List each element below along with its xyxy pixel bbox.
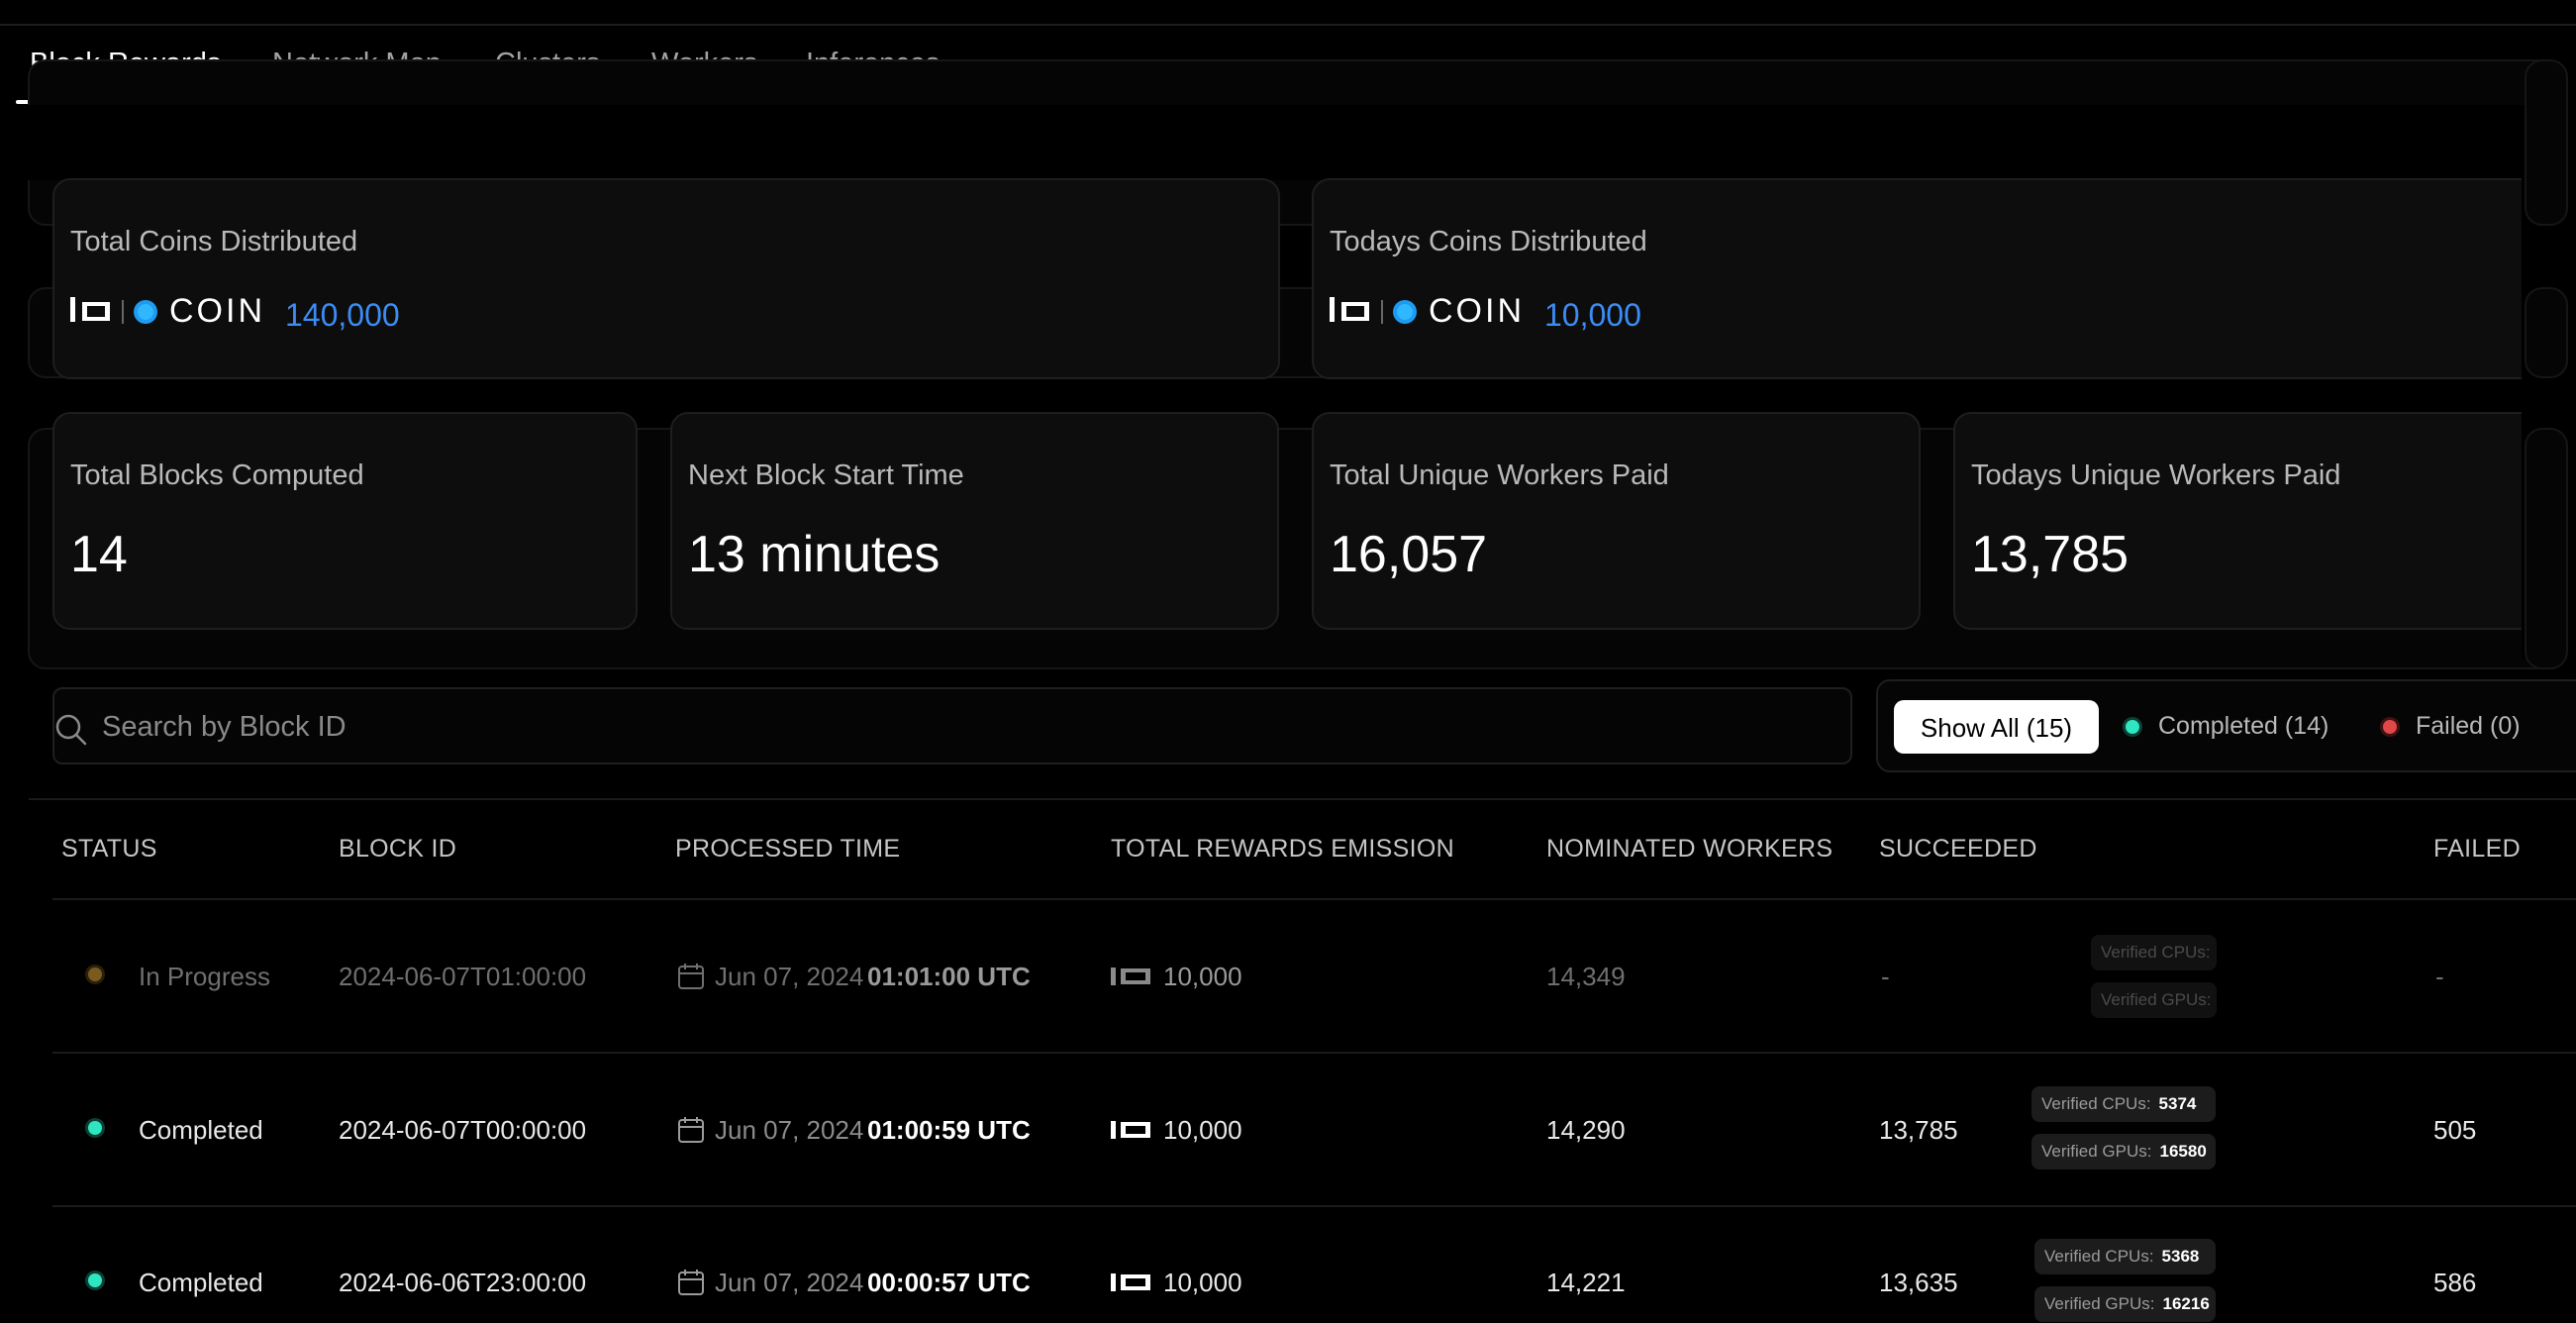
io-logo-icon xyxy=(1111,1121,1150,1139)
background-panel xyxy=(2525,428,2568,669)
nominated-value: 14,221 xyxy=(1546,1268,1626,1297)
search-icon xyxy=(55,714,87,746)
card-label: Next Block Start Time xyxy=(688,459,964,491)
chip-label: Verified GPUs: xyxy=(2101,990,2212,1009)
header-nominated-workers: NOMINATED WORKERS xyxy=(1546,835,1833,863)
row-divider xyxy=(52,898,2576,900)
calendar-icon xyxy=(678,1117,704,1143)
todays-workers-card: Todays Unique Workers Paid 13,785 xyxy=(1953,412,2567,630)
header-block-id: BLOCK ID xyxy=(339,835,457,863)
processed-time: 00:00:57 UTC xyxy=(867,1268,1031,1297)
verified-cpus-badge: Verified CPUs: 5368 xyxy=(2034,1239,2216,1274)
table-top-border xyxy=(29,798,2576,800)
filter-failed[interactable]: Failed (0) xyxy=(2416,712,2521,741)
verified-cpus-badge: Verified CPUs: 5374 xyxy=(2031,1086,2216,1122)
verified-gpus-badge: Verified GPUs: xyxy=(2091,982,2217,1018)
chip-label: Verified CPUs: xyxy=(2044,1247,2154,1266)
chip-label: Verified GPUs: xyxy=(2041,1142,2152,1161)
block-id[interactable]: 2024-06-06T23:00:00 xyxy=(339,1268,586,1298)
completed-dot-icon xyxy=(2126,720,2139,734)
block-id[interactable]: 2024-06-07T01:00:00 xyxy=(339,962,586,992)
succeeded-value: 13,635 xyxy=(1879,1268,1958,1297)
todays-workers-value: 13,785 xyxy=(1971,526,2130,583)
todays-coins-value: 10,000 xyxy=(1544,297,1641,333)
header-failed: FAILED xyxy=(2433,835,2521,863)
processed-date: Jun 07, 2024 xyxy=(715,962,864,991)
chip-label: Verified GPUs: xyxy=(2044,1294,2155,1313)
processed-time: 01:01:00 UTC xyxy=(867,962,1031,991)
header-processed-time: PROCESSED TIME xyxy=(675,835,901,863)
total-coins-value: 140,000 xyxy=(285,297,400,333)
card-label: Total Unique Workers Paid xyxy=(1330,459,1669,491)
chip-label: Verified CPUs: xyxy=(2101,943,2211,962)
filter-completed[interactable]: Completed (14) xyxy=(2158,712,2328,741)
processed-date: Jun 07, 2024 xyxy=(715,1268,864,1297)
failed-value: 586 xyxy=(2433,1268,2477,1297)
header-succeeded: SUCCEEDED xyxy=(1879,835,2037,863)
total-blocks-value: 14 xyxy=(70,526,128,583)
status-text: Completed xyxy=(139,1268,263,1297)
background-panel xyxy=(2525,59,2568,226)
io-logo-icon xyxy=(1111,967,1150,985)
processed-date: Jun 07, 2024 xyxy=(715,1115,864,1145)
failed-value: 505 xyxy=(2433,1115,2477,1145)
status-text: In Progress xyxy=(139,962,270,991)
coin-text: COIN xyxy=(169,292,265,330)
completed-dot-icon xyxy=(88,1121,102,1135)
card-label: Total Blocks Computed xyxy=(70,459,364,491)
todays-coins-card: Todays Coins Distributed COIN 10,000 xyxy=(1312,178,2539,379)
top-divider xyxy=(0,24,2576,26)
filter-show-all-label: Show All (15) xyxy=(1920,713,2073,743)
row-divider xyxy=(52,1052,2576,1054)
nominated-value: 14,290 xyxy=(1546,1115,1626,1145)
header-status: STATUS xyxy=(61,835,157,863)
status-text: Completed xyxy=(139,1115,263,1145)
next-block-value: 13 minutes xyxy=(688,526,941,583)
verified-gpus-badge: Verified GPUs: 16216 xyxy=(2034,1286,2216,1322)
succeeded-value: - xyxy=(1881,962,1890,991)
verified-gpus-count: 16580 xyxy=(2159,1142,2207,1161)
processed-time: 01:00:59 UTC xyxy=(867,1115,1031,1145)
verified-gpus-badge: Verified GPUs: 16580 xyxy=(2031,1134,2216,1170)
io-logo-icon xyxy=(1111,1273,1150,1291)
total-coins-card: Total Coins Distributed COIN 140,000 xyxy=(52,178,1280,379)
chip-label: Verified CPUs: xyxy=(2041,1094,2151,1113)
total-workers-card: Total Unique Workers Paid 16,057 xyxy=(1312,412,1921,630)
calendar-icon xyxy=(678,964,704,989)
io-coin-logo: COIN xyxy=(1330,292,1528,332)
filter-show-all[interactable]: Show All (15) xyxy=(1894,700,2099,754)
total-blocks-card: Total Blocks Computed 14 xyxy=(52,412,638,630)
verified-cpus-count: 5368 xyxy=(2161,1247,2200,1266)
card-label: Total Coins Distributed xyxy=(70,226,358,257)
card-label: Todays Coins Distributed xyxy=(1330,226,1647,257)
verified-gpus-count: 16216 xyxy=(2162,1294,2210,1313)
coin-text: COIN xyxy=(1429,292,1525,330)
calendar-icon xyxy=(678,1270,704,1295)
backdrop xyxy=(0,105,2522,180)
block-id[interactable]: 2024-06-07T00:00:00 xyxy=(339,1115,586,1146)
verified-cpus-count: 5374 xyxy=(2158,1094,2197,1113)
header-total-rewards: TOTAL REWARDS EMISSION xyxy=(1111,835,1454,863)
row-divider xyxy=(52,1205,2576,1207)
io-coin-logo: COIN xyxy=(70,292,268,332)
background-panel xyxy=(2525,287,2568,378)
failed-value: - xyxy=(2435,962,2444,991)
in-progress-dot-icon xyxy=(88,967,102,981)
emission-value: 10,000 xyxy=(1163,1268,1242,1297)
search-placeholder: Search by Block ID xyxy=(102,711,347,743)
card-label: Todays Unique Workers Paid xyxy=(1971,459,2341,491)
succeeded-value: 13,785 xyxy=(1879,1115,1958,1145)
verified-cpus-badge: Verified CPUs: xyxy=(2091,935,2217,970)
completed-dot-icon xyxy=(88,1273,102,1287)
total-workers-value: 16,057 xyxy=(1330,526,1488,583)
emission-value: 10,000 xyxy=(1163,962,1242,991)
emission-value: 10,000 xyxy=(1163,1115,1242,1145)
next-block-card: Next Block Start Time 13 minutes xyxy=(670,412,1279,630)
search-input[interactable]: Search by Block ID xyxy=(52,687,1852,764)
nominated-value: 14,349 xyxy=(1546,962,1626,991)
failed-dot-icon xyxy=(2383,720,2397,734)
